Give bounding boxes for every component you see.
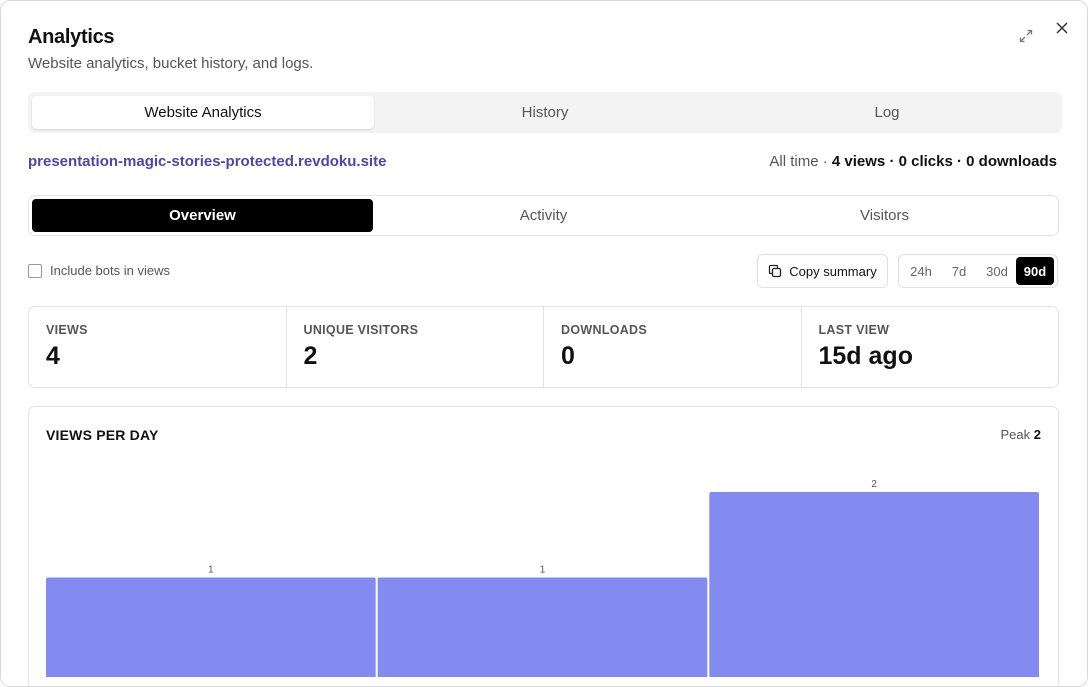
- kpi-value: 0: [561, 342, 575, 370]
- kpi-unique-visitors: UNIQUE VISITORS 2: [287, 307, 544, 387]
- kpi-value: 2: [303, 342, 318, 370]
- kpi-row: VIEWS 4 UNIQUE VISITORS 2 DOWNLOADS 0 LA…: [28, 306, 1059, 388]
- tab-visitors[interactable]: Visitors: [714, 199, 1055, 232]
- chart-bar[interactable]: [709, 492, 1039, 677]
- kpi-views: VIEWS 4: [29, 307, 287, 387]
- copy-summary-label: Copy summary: [789, 263, 877, 279]
- tab-log[interactable]: Log: [716, 96, 1058, 129]
- tab-history[interactable]: History: [374, 96, 716, 129]
- site-summary: All time · 4 views · 0 clicks · 0 downlo…: [769, 153, 1057, 170]
- expand-icon[interactable]: [1015, 25, 1037, 47]
- views-per-day-chart: VIEWS PER DAY Peak 2 112: [28, 406, 1059, 686]
- chart-bar[interactable]: [377, 577, 708, 678]
- close-icon[interactable]: [1051, 17, 1073, 39]
- chart-bar[interactable]: [46, 577, 376, 678]
- tab-activity[interactable]: Activity: [373, 199, 714, 232]
- include-bots-toggle[interactable]: Include bots in views: [28, 263, 170, 278]
- summary-text: 4 views · 0 clicks · 0 downloads: [831, 153, 1057, 170]
- tab-overview[interactable]: Overview: [32, 199, 373, 232]
- range-7d-button[interactable]: 7d: [940, 257, 978, 285]
- range-90d-button[interactable]: 90d: [1016, 257, 1054, 285]
- kpi-value: 15d ago: [818, 342, 913, 370]
- kpi-downloads: DOWNLOADS 0: [544, 307, 802, 387]
- kpi-last-view: LAST VIEW 15d ago: [802, 307, 1059, 387]
- range-selector: 24h 7d 30d 90d: [898, 254, 1058, 288]
- bar-value-label: 1: [540, 565, 546, 576]
- range-30d-button[interactable]: 30d: [978, 257, 1016, 285]
- chart-plot: 1 1 2: [46, 479, 1039, 678]
- range-24h-button[interactable]: 24h: [902, 257, 940, 285]
- dialog-title: Analytics: [28, 26, 115, 48]
- kpi-label: LAST VIEW: [818, 323, 890, 337]
- kpi-label: VIEWS: [46, 323, 88, 337]
- tab-website-analytics[interactable]: Website Analytics: [32, 96, 374, 129]
- kpi-label: UNIQUE VISITORS: [303, 323, 419, 337]
- dialog-subtitle: Website analytics, bucket history, and l…: [28, 55, 314, 72]
- kpi-value: 4: [46, 342, 60, 370]
- site-link[interactable]: presentation-magic-stories-protected.rev…: [28, 153, 386, 170]
- period-label: All time: [769, 153, 819, 170]
- bar-value-label: 2: [871, 479, 877, 490]
- analytics-dialog: Analytics Website analytics, bucket hist…: [0, 0, 1088, 687]
- kpi-label: DOWNLOADS: [561, 323, 648, 337]
- include-bots-checkbox[interactable]: [28, 263, 42, 278]
- copy-icon: [769, 264, 782, 278]
- sub-tab-bar: Overview Activity Visitors: [28, 195, 1059, 236]
- include-bots-label: Include bots in views: [50, 263, 170, 278]
- copy-summary-button[interactable]: Copy summary: [757, 254, 888, 288]
- top-tab-bar: Website Analytics History Log: [28, 92, 1062, 133]
- bar-value-label: 1: [208, 565, 214, 576]
